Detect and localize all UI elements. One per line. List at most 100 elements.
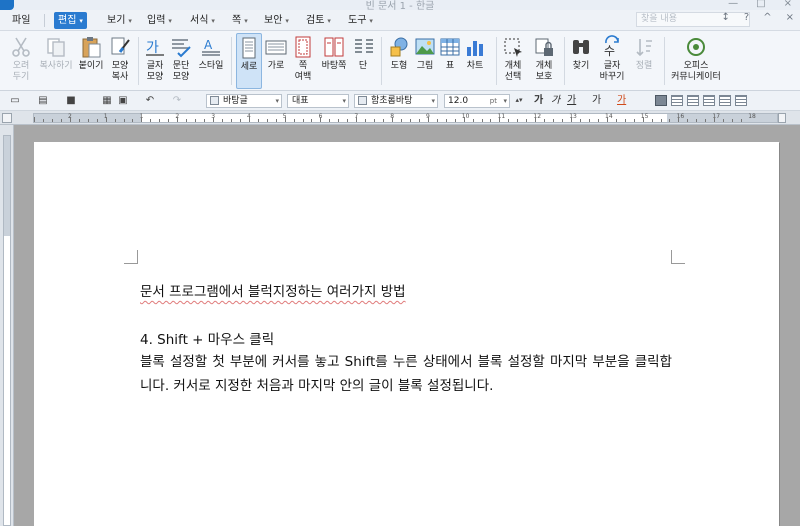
- document-body[interactable]: 블록 설정할 첫 부분에 커서를 놓고 Shift를 누른 상태에서 블록 설정…: [140, 350, 672, 398]
- align-center-button[interactable]: [703, 95, 715, 106]
- ruler-tick: [705, 119, 707, 122]
- portrait-icon: [242, 37, 256, 59]
- menu-format[interactable]: 서식 ▾: [186, 12, 219, 29]
- horizontal-ruler[interactable]: 21123456789101112131415161718: [33, 113, 778, 123]
- preview-icon[interactable]: ▣: [116, 94, 130, 107]
- menu-tools[interactable]: 도구 ▾: [344, 12, 377, 29]
- style-button[interactable]: A 스타일: [196, 33, 226, 89]
- new-document-icon[interactable]: ▭: [8, 94, 22, 107]
- ruler-tick: [257, 119, 259, 122]
- scissors-icon: [12, 37, 30, 57]
- ruler-tick: [60, 119, 62, 122]
- ruler-tick: [320, 117, 322, 122]
- char-shape-button[interactable]: 가 글자 모양: [142, 33, 168, 89]
- align-justify-button[interactable]: [655, 95, 667, 106]
- picture-button[interactable]: 그림: [412, 33, 438, 89]
- save-icon[interactable]: ■: [64, 94, 78, 107]
- chevron-down-icon: ▾: [369, 17, 373, 25]
- document-page[interactable]: 문서 프로그램에서 블럭지정하는 여러가지 방법 4. Shift + 마우스 …: [34, 142, 779, 526]
- help-icon[interactable]: ?: [744, 12, 749, 23]
- spin-buttons-icon[interactable]: ▴▾: [512, 94, 526, 107]
- background-page-button[interactable]: 바탕쪽: [318, 33, 350, 89]
- para-shape-button[interactable]: 문단 모양: [168, 33, 194, 89]
- chart-button[interactable]: 차트: [462, 33, 488, 89]
- select-object-icon: [504, 38, 522, 57]
- protect-object-button[interactable]: 개체 보호: [530, 33, 558, 89]
- chevron-down-icon: ▾: [503, 97, 507, 105]
- language-select[interactable]: 대표 ▾: [287, 94, 349, 108]
- align-left-button[interactable]: [671, 95, 683, 106]
- strike-button[interactable]: 가: [592, 94, 601, 108]
- ruler-end-icon[interactable]: [778, 113, 786, 123]
- close-doc-icon[interactable]: ×: [786, 12, 794, 23]
- landscape-button[interactable]: 가로: [264, 33, 288, 89]
- ruler-tick: [463, 117, 465, 122]
- document-title[interactable]: 문서 프로그램에서 블럭지정하는 여러가지 방법: [140, 280, 672, 300]
- ruler-number: 18: [748, 113, 756, 120]
- ruler-tick: [347, 119, 349, 122]
- italic-button[interactable]: 가: [551, 94, 560, 108]
- table-button[interactable]: 표: [438, 33, 462, 89]
- protect-object-label: 개체: [535, 61, 553, 71]
- menu-page[interactable]: 쪽 ▾: [228, 12, 252, 29]
- maximize-button[interactable]: □: [756, 0, 765, 9]
- page-margin-button[interactable]: 쪽 여백: [290, 33, 316, 89]
- columns-icon: [355, 39, 373, 53]
- select-object-button[interactable]: 개체 선택: [500, 33, 526, 89]
- menu-insert[interactable]: 입력 ▾: [143, 12, 176, 29]
- replace-button[interactable]: 수 글자 바꾸기: [596, 33, 628, 89]
- underline-button[interactable]: 가: [567, 94, 576, 108]
- align-divide-button[interactable]: [735, 95, 747, 106]
- menu-view[interactable]: 보기 ▾: [103, 12, 136, 29]
- cut-button[interactable]: 오려 두기: [6, 33, 36, 89]
- portrait-button[interactable]: 세로: [236, 33, 262, 89]
- redo-icon[interactable]: ↷: [170, 94, 184, 107]
- shape-button[interactable]: 도형: [386, 33, 412, 89]
- style-select[interactable]: 바탕글 ▾: [206, 94, 282, 108]
- collapse-ribbon-icon[interactable]: ^: [763, 12, 771, 23]
- vertical-ruler: [0, 125, 14, 526]
- ruler-tick: [732, 119, 734, 122]
- vertical-ruler-strip[interactable]: [3, 135, 11, 526]
- close-button[interactable]: ×: [784, 0, 792, 9]
- undo-icon[interactable]: ↶: [143, 94, 157, 107]
- bold-button[interactable]: 가: [534, 94, 543, 108]
- language-select-value: 대표: [292, 96, 309, 106]
- chart-label: 차트: [466, 61, 484, 71]
- font-size-input[interactable]: 12.0 pt ▾: [444, 94, 510, 108]
- chevron-down-icon: ▾: [327, 17, 331, 25]
- align-right-button[interactable]: [687, 95, 699, 106]
- style-select-value: 바탕글: [223, 96, 248, 106]
- minimize-button[interactable]: —: [728, 0, 738, 9]
- menu-file[interactable]: 파일: [8, 12, 34, 29]
- menu-security[interactable]: 보안 ▾: [260, 12, 293, 29]
- ruler-corner-icon[interactable]: [2, 113, 12, 123]
- align-distribute-button[interactable]: [719, 95, 731, 106]
- menu-edit[interactable]: 편집 ▾: [54, 12, 87, 29]
- ruler-tick: [195, 119, 197, 122]
- ruler-tick: [490, 119, 492, 122]
- font-color-button[interactable]: 가: [617, 94, 626, 108]
- paste-button[interactable]: 붙이기: [76, 33, 106, 89]
- columns-button[interactable]: 단: [352, 33, 374, 89]
- ribbon-separator: [381, 37, 382, 85]
- restore-icon[interactable]: ↕: [722, 12, 730, 23]
- format-paint-icon: [111, 37, 130, 55]
- chevron-down-icon: ▾: [285, 17, 289, 25]
- sort-button[interactable]: 정렬: [630, 33, 658, 89]
- document-heading[interactable]: 4. Shift + 마우스 클릭: [140, 328, 672, 348]
- menu-review[interactable]: 검토 ▾: [302, 12, 335, 29]
- document-canvas[interactable]: 문서 프로그램에서 블럭지정하는 여러가지 방법 4. Shift + 마우스 …: [14, 125, 800, 526]
- copy-button[interactable]: 복사하기: [38, 33, 74, 89]
- copy-icon: [47, 38, 65, 57]
- open-folder-icon[interactable]: ▤: [36, 94, 50, 107]
- menu-separator: [44, 14, 45, 27]
- print-icon[interactable]: ▦: [100, 94, 114, 107]
- office-communicator-button[interactable]: 오피스 커뮤니케이터: [668, 33, 724, 89]
- find-button[interactable]: 찾기: [568, 33, 594, 89]
- crop-mark-top-left: [124, 250, 138, 264]
- format-copy-button[interactable]: 모양 복사: [106, 33, 134, 89]
- ruler-tick: [204, 119, 206, 122]
- font-select[interactable]: 함초롬바탕 ▾: [354, 94, 438, 108]
- ruler-tick: [230, 119, 232, 122]
